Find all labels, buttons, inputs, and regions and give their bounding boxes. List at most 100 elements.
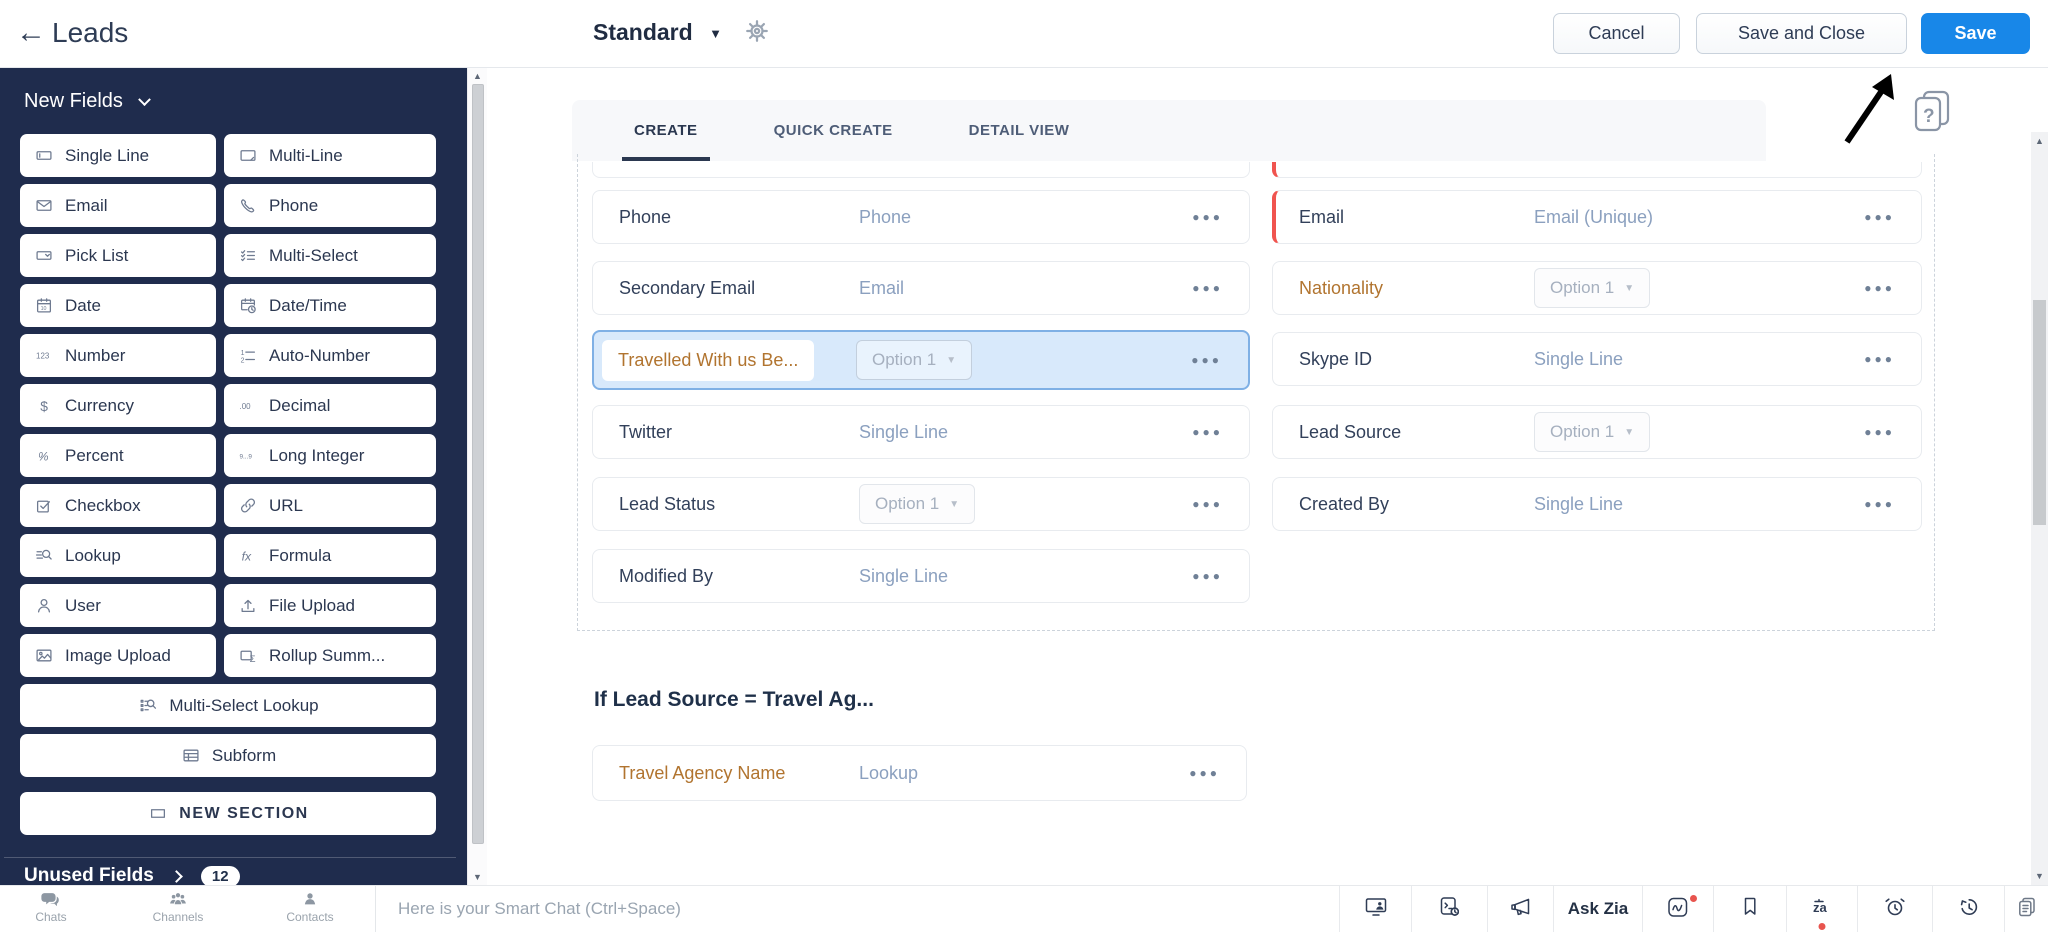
scroll-down-arrow-icon[interactable]: ▼ — [2031, 871, 2048, 881]
field-row-created-by[interactable]: Created BySingle Line●●● — [1272, 477, 1922, 531]
field-menu-button[interactable]: ●●● — [1864, 352, 1895, 366]
field-menu-button[interactable]: ●●● — [1864, 425, 1895, 439]
annotation-arrow-cursor — [1839, 70, 1901, 148]
new-fields-header[interactable]: New Fields — [24, 90, 149, 113]
field-row-lead-source[interactable]: Lead SourceOption 1▼●●● — [1272, 405, 1922, 459]
field-type-phone[interactable]: Phone — [224, 184, 436, 227]
scroll-up-arrow-icon[interactable]: ▲ — [2031, 136, 2048, 146]
bottom-channels-button[interactable]: Channels — [130, 889, 226, 924]
scroll-down-arrow-icon[interactable]: ▼ — [468, 872, 487, 882]
history-button[interactable] — [1932, 886, 2004, 932]
checkbox-icon — [33, 497, 55, 514]
field-menu-button[interactable]: ●●● — [1189, 766, 1220, 780]
field-type-url[interactable]: URL — [224, 484, 436, 527]
smart-chat-input[interactable]: Here is your Smart Chat (Ctrl+Space) — [398, 886, 1298, 932]
announcements-button[interactable] — [1487, 886, 1553, 932]
history-icon — [1957, 895, 1981, 924]
field-type-user[interactable]: User — [20, 584, 216, 627]
field-row-phone[interactable]: PhonePhone●●● — [592, 190, 1250, 244]
field-type-image-upload[interactable]: Image Upload — [20, 634, 216, 677]
scroll-up-arrow-icon[interactable]: ▲ — [468, 71, 487, 81]
screen-share-button[interactable] — [1339, 886, 1411, 932]
reminders-button[interactable] — [1857, 886, 1932, 932]
chevron-down-icon: ▼ — [709, 26, 722, 41]
svg-text:123: 123 — [36, 352, 50, 361]
field-type-multi-line[interactable]: Multi-Line — [224, 134, 436, 177]
field-type-number[interactable]: 123Number — [20, 334, 216, 377]
field-type-placeholder: Single Line — [1534, 349, 1623, 370]
smart-prompt-button[interactable] — [1411, 886, 1487, 932]
tab-detail-view[interactable]: DETAIL VIEW — [957, 100, 1082, 161]
field-type-label: Decimal — [269, 396, 330, 416]
field-type-pick-list[interactable]: Pick List — [20, 234, 216, 277]
field-menu-button[interactable]: ●●● — [1864, 281, 1895, 295]
tab-create[interactable]: CREATE — [622, 100, 710, 161]
bookmark-button[interactable] — [1713, 886, 1786, 932]
top-header: ← Leads Standard ▼ Cancel Save and Close… — [0, 0, 2048, 68]
field-type-checkbox[interactable]: Checkbox — [20, 484, 216, 527]
field-menu-button[interactable]: ●●● — [1192, 497, 1223, 511]
field-row-skype-id[interactable]: Skype IDSingle Line●●● — [1272, 332, 1922, 386]
sidebar-scrollbar-thumb[interactable] — [472, 84, 484, 844]
field-row-secondary-email[interactable]: Secondary EmailEmail●●● — [592, 261, 1250, 315]
field-type-percent[interactable]: %Percent — [20, 434, 216, 477]
field-row-travel-agency-name[interactable]: Travel Agency NameLookup●●● — [592, 745, 1247, 801]
save-button[interactable]: Save — [1921, 13, 2030, 54]
field-row-email[interactable]: EmailEmail (Unique)●●● — [1272, 190, 1922, 244]
zia-insights-button[interactable] — [1642, 886, 1713, 932]
alarm-icon — [1883, 895, 1907, 924]
field-row-lead-status[interactable]: Lead StatusOption 1▼●●● — [592, 477, 1250, 531]
field-type-rollup-summ[interactable]: ΣRollup Summ... — [224, 634, 436, 677]
gear-icon[interactable] — [742, 16, 772, 46]
multi-select-lookup-icon — [137, 697, 159, 714]
field-type-auto-number[interactable]: 12Auto-Number — [224, 334, 436, 377]
save-and-close-button[interactable]: Save and Close — [1696, 13, 1907, 54]
field-type-multi-select-lookup[interactable]: Multi-Select Lookup — [20, 684, 436, 727]
field-menu-button[interactable]: ●●● — [1192, 425, 1223, 439]
field-type-date[interactable]: 10Date — [20, 284, 216, 327]
field-type-new-section[interactable]: NEW SECTION — [20, 792, 436, 835]
field-row-nationality[interactable]: NationalityOption 1▼●●● — [1272, 261, 1922, 315]
main-scrollbar-thumb[interactable] — [2033, 300, 2046, 525]
help-card-icon[interactable]: ? — [1913, 90, 1951, 134]
field-menu-button[interactable]: ●●● — [1191, 353, 1222, 367]
field-menu-button[interactable]: ●●● — [1192, 569, 1223, 583]
translate-button[interactable]: za — [1786, 886, 1857, 932]
field-row-twitter[interactable]: TwitterSingle Line●●● — [592, 405, 1250, 459]
channels-icon — [130, 889, 226, 911]
field-label: Modified By — [619, 566, 713, 586]
clipboard-button[interactable] — [2004, 886, 2048, 932]
cancel-button[interactable]: Cancel — [1553, 13, 1680, 54]
field-type-decimal[interactable]: .00Decimal — [224, 384, 436, 427]
field-row-modified-by[interactable]: Modified BySingle Line●●● — [592, 549, 1250, 603]
field-type-multi-select[interactable]: Multi-Select — [224, 234, 436, 277]
field-type-label: Multi-Line — [269, 146, 343, 166]
field-menu-button[interactable]: ●●● — [1192, 210, 1223, 224]
unused-fields-toggle[interactable]: Unused Fields 12 — [24, 865, 240, 885]
sidebar-scrollbar[interactable]: ▲ ▼ — [467, 68, 487, 885]
field-type-currency[interactable]: $Currency — [20, 384, 216, 427]
field-menu-button[interactable]: ●●● — [1864, 210, 1895, 224]
user-icon — [33, 597, 55, 614]
field-menu-button[interactable]: ●●● — [1192, 281, 1223, 295]
main-scrollbar[interactable]: ▲ ▼ — [2031, 132, 2048, 885]
field-type-email[interactable]: Email — [20, 184, 216, 227]
tab-quick-create[interactable]: QUICK CREATE — [762, 100, 905, 161]
field-menu-button[interactable]: ●●● — [1864, 497, 1895, 511]
field-type-long-integer[interactable]: 9...9Long Integer — [224, 434, 436, 477]
field-type-formula[interactable]: fxFormula — [224, 534, 436, 577]
ask-zia-button[interactable]: Ask Zia — [1553, 886, 1642, 932]
bottom-contacts-button[interactable]: Contacts — [270, 889, 350, 924]
field-type-lookup[interactable]: Lookup — [20, 534, 216, 577]
picklist-preview: Option 1▼ — [859, 484, 975, 524]
field-type-subform[interactable]: Subform — [20, 734, 436, 777]
svg-text:Σ: Σ — [250, 654, 256, 664]
field-type-single-line[interactable]: Single Line — [20, 134, 216, 177]
notification-dot — [1690, 895, 1697, 902]
bottom-chats-button[interactable]: Chats — [16, 889, 86, 924]
field-type-date-time[interactable]: Date/Time — [224, 284, 436, 327]
back-arrow-icon[interactable]: ← — [16, 16, 46, 50]
field-row-travelled-with-us-be[interactable]: Travelled With us Be...Option 1▼●●● — [592, 330, 1250, 390]
layout-selector[interactable]: Standard ▼ — [593, 19, 722, 46]
field-type-file-upload[interactable]: File Upload — [224, 584, 436, 627]
